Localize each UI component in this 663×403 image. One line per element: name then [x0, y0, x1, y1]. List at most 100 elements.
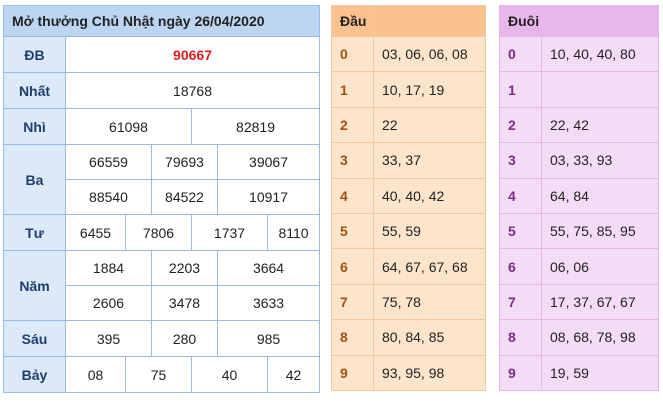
duoi-row: 3 03, 33, 93 — [499, 142, 659, 179]
dau-row: 9 93, 95, 98 — [331, 354, 486, 392]
dau-key: 5 — [331, 212, 374, 250]
prize-value-nam: 3664 — [216, 250, 321, 286]
duoi-row: 4 64, 84 — [499, 177, 659, 214]
dau-row: 3 33, 37 — [331, 142, 486, 179]
prize-value-tu: 8110 — [266, 214, 321, 251]
prize-value-sau: 395 — [65, 320, 152, 357]
prize-label-nam: Năm — [3, 250, 66, 321]
prize-value-ba: 79693 — [151, 144, 218, 180]
prize-label-nhat: Nhất — [3, 72, 66, 109]
duoi-key: 2 — [499, 106, 542, 144]
duoi-key: 3 — [499, 142, 542, 179]
duoi-nums — [541, 71, 659, 108]
duoi-row: 2 22, 42 — [499, 106, 659, 144]
dau-key: 8 — [331, 319, 374, 356]
dau-key: 2 — [331, 106, 374, 144]
prize-value-bay: 08 — [65, 356, 126, 393]
dau-nums: 03, 06, 06, 08 — [373, 35, 486, 73]
duoi-row: 8 08, 68, 78, 98 — [499, 319, 659, 356]
duoi-row: 6 06, 06 — [499, 248, 659, 285]
dau-row: 2 22 — [331, 106, 486, 144]
prize-value-tu: 7806 — [125, 214, 192, 251]
prize-value-nam: 2203 — [151, 250, 218, 286]
prize-value-sau: 985 — [216, 320, 321, 357]
results-header-row: Mở thưởng Chủ Nhật ngày 26/04/2020 — [2, 5, 321, 37]
duoi-row: 1 — [499, 71, 659, 108]
prize-value-nhi: 82819 — [190, 108, 321, 145]
prize-value-nam: 3633 — [216, 285, 321, 321]
duoi-row: 0 10, 40, 40, 80 — [499, 35, 659, 73]
row-nhat: Nhất 18768 — [3, 72, 321, 109]
prize-value-db: 90667 — [64, 36, 321, 73]
dau-header-blank — [373, 5, 486, 37]
duoi-nums: 22, 42 — [541, 106, 659, 144]
duoi-nums: 06, 06 — [541, 248, 659, 285]
duoi-key: 1 — [499, 71, 542, 108]
dau-nums: 75, 78 — [373, 283, 486, 321]
row-bay: Bảy 08 75 40 42 — [3, 356, 321, 393]
prize-label-db: ĐB — [3, 36, 66, 73]
duoi-nums: 03, 33, 93 — [541, 142, 659, 179]
duoi-nums: 55, 75, 85, 95 — [541, 212, 659, 250]
prize-value-bay: 42 — [266, 356, 321, 393]
duoi-header-row: Đuôi — [499, 5, 659, 37]
prize-value-sau: 280 — [151, 320, 218, 357]
row-sau: Sáu 395 280 985 — [3, 320, 321, 357]
dau-nums: 80, 84, 85 — [373, 319, 486, 356]
duoi-row: 5 55, 75, 85, 95 — [499, 212, 659, 250]
prize-value-ba: 84522 — [151, 179, 218, 215]
dau-nums: 10, 17, 19 — [373, 71, 486, 108]
duoi-key: 0 — [499, 35, 542, 73]
prize-value-nam: 2606 — [65, 285, 152, 321]
duoi-row: 9 19, 59 — [499, 354, 659, 392]
dau-row: 1 10, 17, 19 — [331, 71, 486, 108]
dau-row: 0 03, 06, 06, 08 — [331, 35, 486, 73]
prize-value-nhat: 18768 — [64, 72, 321, 109]
duoi-key: 4 — [499, 177, 542, 214]
dau-nums: 22 — [373, 106, 486, 144]
prize-value-ba: 39067 — [216, 144, 321, 180]
prize-label-bay: Bảy — [3, 356, 66, 393]
duoi-key: 8 — [499, 319, 542, 356]
prize-value-ba: 88540 — [65, 179, 152, 215]
duoi-key: 7 — [499, 283, 542, 321]
results-table: Mở thưởng Chủ Nhật ngày 26/04/2020 ĐB 90… — [2, 5, 321, 393]
prize-label-nhi: Nhì — [3, 108, 66, 145]
dau-key: 3 — [331, 142, 374, 179]
dau-key: 4 — [331, 177, 374, 214]
dau-row: 4 40, 40, 42 — [331, 177, 486, 214]
prize-value-bay: 40 — [191, 356, 268, 393]
prize-value-tu: 6455 — [65, 214, 126, 251]
row-nam-1: Năm 1884 2203 3664 — [3, 250, 321, 321]
dau-row: 7 75, 78 — [331, 283, 486, 321]
row-ba-1: Ba 66559 79693 39067 — [3, 144, 321, 215]
duoi-nums: 08, 68, 78, 98 — [541, 319, 659, 356]
duoi-table: Đuôi 0 10, 40, 40, 80 1 2 22, 42 3 03, 33, … — [499, 5, 659, 392]
dau-nums: 64, 67, 67, 68 — [373, 248, 486, 285]
dau-nums: 93, 95, 98 — [373, 354, 486, 392]
prize-value-ba: 66559 — [65, 144, 152, 180]
dau-key: 7 — [331, 283, 374, 321]
duoi-nums: 19, 59 — [541, 354, 659, 392]
prize-value-nhi: 61098 — [65, 108, 192, 145]
row-nhi: Nhì 61098 82819 — [3, 108, 321, 145]
row-tu: Tư 6455 7806 1737 8110 — [3, 214, 321, 251]
duoi-key: 9 — [499, 354, 542, 392]
results-title: Mở thưởng Chủ Nhật ngày 26/04/2020 — [2, 5, 321, 37]
duoi-nums: 64, 84 — [541, 177, 659, 214]
duoi-header: Đuôi — [499, 5, 542, 37]
duoi-header-blank — [541, 5, 659, 37]
dau-row: 5 55, 59 — [331, 212, 486, 250]
dau-row: 8 80, 84, 85 — [331, 319, 486, 356]
duoi-nums: 10, 40, 40, 80 — [541, 35, 659, 73]
dau-key: 9 — [331, 354, 374, 392]
duoi-key: 5 — [499, 212, 542, 250]
dau-nums: 33, 37 — [373, 142, 486, 179]
dau-header-row: Đầu — [331, 5, 486, 37]
dau-header: Đầu — [331, 5, 374, 37]
dau-key: 0 — [331, 35, 374, 73]
dau-row: 6 64, 67, 67, 68 — [331, 248, 486, 285]
prize-value-bay: 75 — [125, 356, 192, 393]
prize-value-ba: 10917 — [216, 179, 321, 215]
prize-label-tu: Tư — [3, 214, 66, 251]
